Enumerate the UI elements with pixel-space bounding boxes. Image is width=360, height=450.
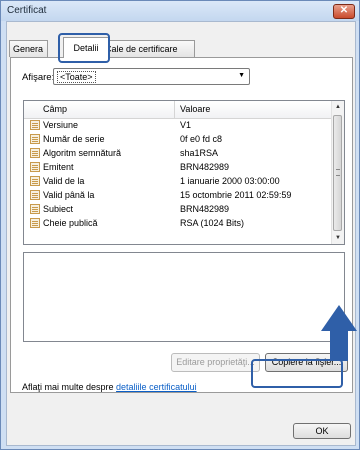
show-select[interactable]: <Toate> ▼ xyxy=(53,68,250,85)
field-value: RSA (1024 Bits) xyxy=(180,218,245,228)
field-name: Subiect xyxy=(43,204,74,214)
scroll-down-icon[interactable]: ▼ xyxy=(332,232,344,244)
field-value: sha1RSA xyxy=(180,148,219,158)
learn-more-text: Aflaţi mai multe despre detaliile certif… xyxy=(22,382,197,392)
field-value: BRN482989 xyxy=(180,162,230,172)
close-icon: ✕ xyxy=(339,5,349,16)
fields-list[interactable]: Câmp Valoare Versiune V1 Număr de serie 0f … xyxy=(23,100,345,245)
column-header-value[interactable]: Valoare xyxy=(180,104,210,114)
show-select-value: <Toate> xyxy=(57,71,96,83)
field-icon xyxy=(30,162,40,172)
tab-details-label: Detalii xyxy=(73,43,99,53)
field-name: Valid de la xyxy=(43,176,85,186)
field-icon xyxy=(30,218,40,228)
list-item[interactable]: Subiect BRN482989 xyxy=(24,203,331,216)
list-item[interactable]: Algoritm semnătură sha1RSA xyxy=(24,147,331,160)
tab-certification-path[interactable]: Cale de certificare xyxy=(101,40,195,57)
field-detail-box[interactable] xyxy=(23,252,345,342)
list-item[interactable]: Valid până la 15 octombrie 2011 02:59:59 xyxy=(24,189,331,202)
list-header: Câmp Valoare xyxy=(24,101,331,119)
field-icon xyxy=(30,134,40,144)
close-button[interactable]: ✕ xyxy=(333,4,355,19)
certificate-window: Certificat ✕ Genera Detalii Cale de cert… xyxy=(0,0,360,450)
scrollbar-thumb[interactable] xyxy=(333,115,342,231)
arrow-up-icon xyxy=(321,305,357,361)
window-title: Certificat xyxy=(7,5,47,16)
field-icon xyxy=(30,176,40,186)
field-icon xyxy=(30,148,40,158)
chevron-down-icon: ▼ xyxy=(238,72,245,79)
scroll-up-icon[interactable]: ▲ xyxy=(332,101,344,113)
field-value: 15 octombrie 2011 02:59:59 xyxy=(180,190,292,200)
tab-certification-path-label: Cale de certificare xyxy=(105,44,178,54)
field-value: 0f e0 fd c8 xyxy=(180,134,223,144)
field-value: V1 xyxy=(180,120,192,130)
details-panel: Afişare: <Toate> ▼ Câmp Valoare Versiune… xyxy=(10,57,353,393)
dialog-body: Genera Detalii Cale de certificare Afişa… xyxy=(6,21,356,446)
certificate-details-link[interactable]: detaliile certificatului xyxy=(116,382,197,392)
list-scrollbar[interactable]: ▲ ▼ xyxy=(331,101,344,244)
field-name: Valid până la xyxy=(43,190,95,200)
show-label: Afişare: xyxy=(22,72,55,83)
edit-properties-button[interactable]: Editare proprietăţi... xyxy=(171,353,260,372)
field-name: Versiune xyxy=(43,120,79,130)
list-item[interactable]: Emitent BRN482989 xyxy=(24,161,331,174)
field-value: BRN482989 xyxy=(180,204,230,214)
list-item[interactable]: Valid de la 1 ianuarie 2000 03:00:00 xyxy=(24,175,331,188)
column-separator[interactable] xyxy=(174,101,175,118)
field-value: 1 ianuarie 2000 03:00:00 xyxy=(180,176,280,186)
field-name: Emitent xyxy=(43,162,74,172)
title-bar: Certificat ✕ xyxy=(1,1,359,21)
field-icon xyxy=(30,190,40,200)
field-name: Cheie publică xyxy=(43,218,98,228)
list-item[interactable]: Cheie publică RSA (1024 Bits) xyxy=(24,217,331,230)
field-name: Număr de serie xyxy=(43,134,105,144)
ok-button[interactable]: OK xyxy=(293,423,351,439)
field-icon xyxy=(30,204,40,214)
grip-icon xyxy=(336,169,340,176)
tab-general[interactable]: Genera xyxy=(9,40,48,57)
learn-more-prefix: Aflaţi mai multe despre xyxy=(22,382,117,392)
field-icon xyxy=(30,120,40,130)
list-item[interactable]: Versiune V1 xyxy=(24,119,331,132)
column-header-field[interactable]: Câmp xyxy=(43,104,67,114)
list-item[interactable]: Număr de serie 0f e0 fd c8 xyxy=(24,133,331,146)
tab-general-label: Genera xyxy=(13,44,44,54)
field-name: Algoritm semnătură xyxy=(43,148,122,158)
tab-details[interactable]: Detalii xyxy=(63,37,109,58)
